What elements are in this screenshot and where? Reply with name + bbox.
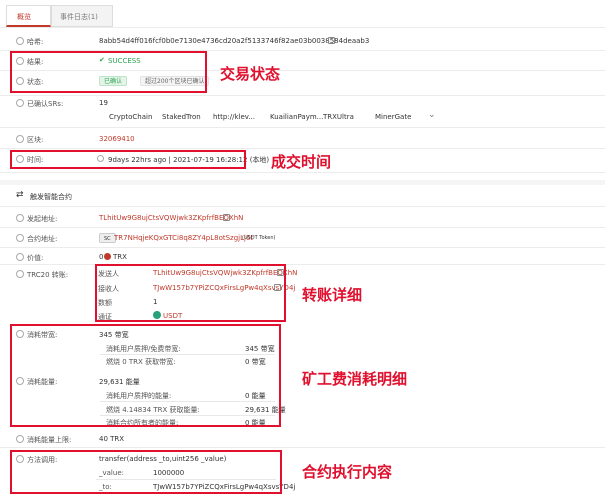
trx-icon: [104, 253, 111, 260]
help-icon: [16, 435, 24, 443]
trc20-label: TRC20 转账:: [27, 271, 69, 279]
contract-address[interactable]: TR7NHqjeKQxGTCi8q8ZY4pL8otSzgjLj6t: [114, 234, 253, 242]
sr-name[interactable]: CryptoChain: [109, 113, 152, 121]
sr-name[interactable]: TRXUltra: [323, 113, 354, 121]
srs-count: 19: [99, 99, 108, 107]
srs-label: 已确认SRs:: [27, 100, 64, 108]
annotation-box-time: [10, 150, 246, 169]
annotation-box-fees: [10, 324, 281, 427]
tab-event-log-label: 事件日志(1): [60, 13, 98, 21]
annotation-status: 交易状态: [220, 65, 281, 83]
help-icon: [16, 253, 24, 261]
from-label: 发起地址:: [27, 215, 58, 223]
tab-overview-label: 概览: [17, 13, 31, 21]
annotation-box-method: [10, 450, 282, 494]
help-icon: [16, 234, 24, 242]
value-amount: 0: [99, 253, 104, 261]
sr-name[interactable]: http://klev...: [213, 113, 255, 121]
sr-name[interactable]: KuailianPaym...: [270, 113, 323, 121]
tab-divider: [0, 27, 605, 28]
value-label: 价值:: [27, 254, 44, 262]
help-icon: [16, 135, 24, 143]
annotation-method: 合约执行内容: [302, 463, 393, 481]
help-icon: [16, 214, 24, 222]
chevron-down-icon[interactable]: ⌄: [428, 110, 436, 120]
fee-limit-label: 消耗能量上限:: [27, 436, 72, 444]
block-label: 区块:: [27, 136, 44, 144]
annotation-time: 成交时间: [271, 153, 332, 171]
annotation-box-status: [10, 51, 207, 93]
annotation-transfer: 转账详细: [302, 286, 363, 304]
value-unit: TRX: [113, 253, 127, 261]
copy-icon[interactable]: [328, 37, 335, 44]
contract-label: 合约地址:: [27, 235, 58, 243]
hash-label: 哈希:: [27, 38, 44, 46]
annotation-box-transfer: [95, 264, 286, 322]
annotation-fees: 矿工费消耗明细: [302, 370, 408, 388]
fee-limit-value: 40 TRX: [99, 435, 125, 443]
block-value[interactable]: 32069410: [99, 135, 135, 143]
from-address[interactable]: TLhitUw9G8ujCtsVQWjwk3ZKpfrfBEQXhN: [99, 214, 243, 222]
sr-name[interactable]: MinerGate: [375, 113, 411, 121]
contract-token: (USDT Token): [242, 235, 276, 241]
sr-name[interactable]: StakedTron: [162, 113, 201, 121]
copy-icon[interactable]: [223, 214, 230, 221]
section-title: 触发智能合约: [30, 193, 72, 201]
help-icon: [16, 37, 24, 45]
exchange-icon: ⇄: [16, 190, 24, 200]
help-icon: [16, 270, 24, 278]
help-icon: [16, 99, 24, 107]
